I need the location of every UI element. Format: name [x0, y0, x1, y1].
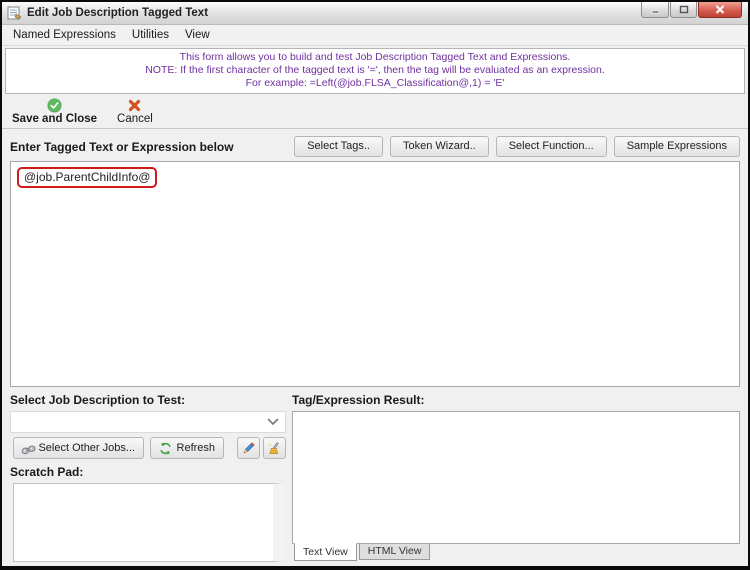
result-label: Tag/Expression Result:	[292, 393, 425, 408]
save-and-close-button[interactable]: Save and Close	[12, 98, 97, 125]
edit-tagged-text-window: Edit Job Description Tagged Text Named E…	[0, 0, 750, 570]
sample-expressions-button[interactable]: Sample Expressions	[613, 136, 740, 158]
cancel-button[interactable]: Cancel	[117, 98, 153, 125]
close-icon	[715, 5, 725, 14]
chevron-down-icon	[267, 419, 279, 426]
maximize-icon	[679, 5, 688, 14]
window-controls	[641, 2, 742, 18]
editor-buttons: Select Tags.. Token Wizard.. Select Func…	[294, 136, 740, 158]
info-banner-wrap: This form allows you to build and test J…	[2, 46, 748, 97]
result-section: Tag/Expression Result: Text View HTML Vi…	[292, 393, 740, 562]
tagged-text-highlight: @job.ParentChildInfo@	[17, 167, 158, 189]
refresh-label: Refresh	[176, 441, 216, 454]
editor-header: Enter Tagged Text or Expression below Se…	[10, 136, 740, 158]
window-title: Edit Job Description Tagged Text	[27, 7, 209, 19]
cleanup-tool-button[interactable]	[262, 437, 286, 460]
menu-utilities[interactable]: Utilities	[125, 27, 176, 43]
tagged-text-value: @job.ParentChildInfo@	[24, 170, 151, 185]
token-wizard-button[interactable]: Token Wizard..	[389, 136, 489, 158]
select-tags-button[interactable]: Select Tags..	[294, 136, 383, 158]
refresh-icon	[159, 442, 171, 455]
window-icon	[7, 6, 22, 20]
minimize-icon	[651, 10, 659, 14]
refresh-button[interactable]: Refresh	[149, 437, 225, 460]
pencil-icon	[243, 442, 255, 454]
main-content: Enter Tagged Text or Expression below Se…	[2, 129, 748, 566]
binoculars-icon	[21, 445, 36, 455]
result-tabs: Text View HTML View	[292, 543, 740, 562]
tagged-text-editor[interactable]: @job.ParentChildInfo@	[10, 161, 740, 388]
menu-named-expressions[interactable]: Named Expressions	[6, 27, 123, 43]
menu-view[interactable]: View	[178, 27, 217, 43]
minimize-button[interactable]	[641, 2, 669, 18]
scratch-pad-label: Scratch Pad:	[10, 465, 84, 480]
editor-label: Enter Tagged Text or Expression below	[10, 139, 234, 154]
cancel-label: Cancel	[117, 113, 153, 126]
toolbar: Save and Close Cancel	[2, 96, 748, 130]
cancel-x-icon	[129, 100, 141, 112]
tab-text-view[interactable]: Text View	[294, 543, 357, 561]
tab-html-view[interactable]: HTML View	[358, 544, 431, 560]
info-banner: This form allows you to build and test J…	[5, 48, 745, 95]
menu-bar: Named Expressions Utilities View	[2, 25, 748, 46]
save-check-icon	[47, 98, 62, 113]
bottom-section: Select Job Description to Test: Select O…	[10, 393, 740, 562]
scratch-pad-input[interactable]	[13, 483, 284, 562]
title-bar: Edit Job Description Tagged Text	[2, 2, 748, 25]
select-other-jobs-label: Select Other Jobs...	[38, 441, 136, 454]
edit-pencil-button[interactable]	[236, 437, 260, 460]
test-section: Select Job Description to Test: Select O…	[10, 393, 286, 562]
maximize-button[interactable]	[670, 2, 697, 18]
job-description-combobox[interactable]	[10, 411, 286, 434]
close-button[interactable]	[698, 2, 742, 18]
info-line-3: For example: =Left(@job.FLSA_Classificat…	[245, 77, 505, 90]
cleanup-sparkle-icon	[269, 442, 281, 454]
result-output[interactable]	[292, 411, 740, 544]
select-function-button[interactable]: Select Function...	[495, 136, 607, 158]
info-line-1: This form allows you to build and test J…	[179, 51, 571, 63]
select-job-label: Select Job Description to Test:	[10, 393, 186, 408]
info-line-2: NOTE: If the first character of the tagg…	[145, 64, 605, 77]
select-other-jobs-button[interactable]: Select Other Jobs...	[13, 437, 144, 460]
test-buttons-row: Select Other Jobs... Refresh	[10, 437, 286, 460]
save-and-close-label: Save and Close	[12, 113, 98, 126]
